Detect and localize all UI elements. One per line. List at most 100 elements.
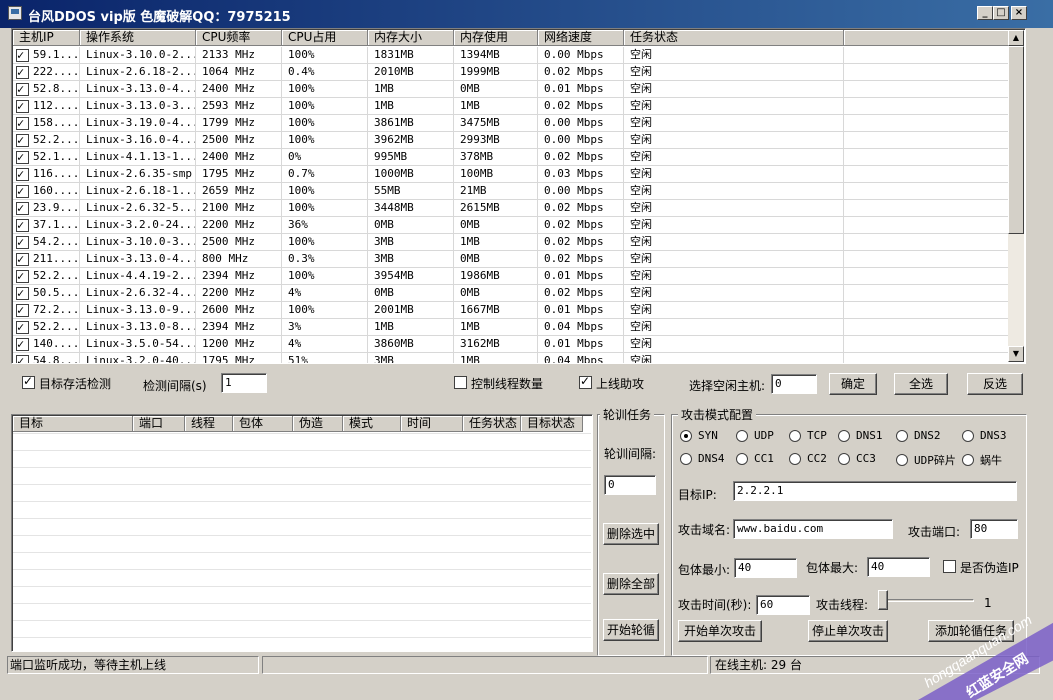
max-packet-input[interactable]: 40 [867, 557, 930, 577]
task-column-header[interactable]: 任务状态 [463, 416, 521, 432]
invert-selection-button[interactable]: 反选 [967, 373, 1023, 395]
task-column-header[interactable]: 目标状态 [521, 416, 583, 432]
host-select-checkbox[interactable] [16, 47, 29, 63]
host-row[interactable]: 52.2...Linux-3.16.0-4...2500 MHz100%3962… [13, 132, 1010, 149]
attack-mode-radio[interactable]: DNS2 [896, 429, 941, 442]
host-row[interactable]: 140....Linux-3.5.0-54...1200 MHz4%3860MB… [13, 336, 1010, 353]
host-row[interactable]: 54.2...Linux-3.10.0-3...2500 MHz100%3MB1… [13, 234, 1010, 251]
host-select-checkbox[interactable] [16, 302, 29, 318]
column-header[interactable]: CPU频率 [196, 30, 282, 46]
maximize-button[interactable]: □ [993, 6, 1009, 20]
select-idle-input[interactable]: 0 [771, 374, 817, 394]
delete-all-button[interactable]: 删除全部 [603, 573, 659, 595]
column-header[interactable]: 内存大小 [368, 30, 454, 46]
select-all-button[interactable]: 全选 [894, 373, 948, 395]
radio-dot-icon[interactable] [838, 429, 850, 442]
host-select-checkbox[interactable] [16, 132, 29, 148]
scroll-thumb[interactable] [1008, 46, 1024, 234]
radio-dot-icon[interactable] [896, 429, 908, 442]
rotation-interval-input[interactable]: 0 [604, 475, 656, 495]
host-row[interactable]: 160....Linux-2.6.18-1...2659 MHz100%55MB… [13, 183, 1010, 200]
host-row[interactable]: 72.2...Linux-3.13.0-9...2600 MHz100%2001… [13, 302, 1010, 319]
host-row[interactable]: 112....Linux-3.13.0-3...2593 MHz100%1MB1… [13, 98, 1010, 115]
attack-mode-radio[interactable]: UDP [736, 429, 774, 442]
attack-port-input[interactable]: 80 [970, 519, 1018, 539]
task-column-header[interactable]: 目标 [13, 416, 133, 432]
host-row[interactable]: 37.1...Linux-3.2.0-24...2200 MHz36%0MB0M… [13, 217, 1010, 234]
min-packet-input[interactable]: 40 [734, 558, 797, 578]
column-header[interactable]: 任务状态 [624, 30, 844, 46]
host-row[interactable]: 50.5...Linux-2.6.32-4...2200 MHz4%0MB0MB… [13, 285, 1010, 302]
host-select-checkbox[interactable] [16, 98, 29, 114]
scroll-up-icon[interactable]: ▲ [1008, 30, 1024, 46]
column-header[interactable]: 主机IP [13, 30, 80, 46]
add-rotation-task-button[interactable]: 添加轮循任务 [928, 620, 1014, 642]
host-row[interactable]: 158....Linux-3.19.0-4...1799 MHz100%3861… [13, 115, 1010, 132]
attack-mode-radio[interactable]: UDP碎片 [896, 452, 956, 468]
radio-dot-icon[interactable] [962, 429, 974, 442]
task-column-header[interactable]: 模式 [343, 416, 401, 432]
column-header[interactable]: 操作系统 [80, 30, 196, 46]
attack-mode-radio[interactable]: TCP [789, 429, 827, 442]
attack-domain-input[interactable]: www.baidu.com [733, 519, 893, 539]
attack-mode-radio[interactable]: DNS1 [838, 429, 883, 442]
host-row[interactable]: 222....Linux-2.6.18-2...1064 MHz0.4%2010… [13, 64, 1010, 81]
attack-mode-radio[interactable]: 蜗牛 [962, 452, 1002, 468]
host-select-checkbox[interactable] [16, 81, 29, 97]
spoof-ip-checkbox[interactable] [943, 560, 956, 573]
radio-dot-icon[interactable] [680, 452, 692, 465]
online-assist-checkbox[interactable] [579, 374, 592, 389]
host-select-checkbox[interactable] [16, 268, 29, 284]
host-select-checkbox[interactable] [16, 166, 29, 182]
host-row[interactable]: 52.2...Linux-3.13.0-8...2394 MHz3%1MB1MB… [13, 319, 1010, 336]
host-list-scrollbar[interactable]: ▲ ▼ [1008, 30, 1024, 362]
host-row[interactable]: 23.9...Linux-2.6.32-5...2100 MHz100%3448… [13, 200, 1010, 217]
start-single-attack-button[interactable]: 开始单次攻击 [678, 620, 762, 642]
attack-mode-radio[interactable]: DNS4 [680, 452, 725, 465]
threads-slider-handle[interactable] [878, 590, 888, 610]
attack-time-input[interactable]: 60 [756, 595, 810, 615]
host-row[interactable]: 52.1...Linux-4.1.13-1...2400 MHz0%995MB3… [13, 149, 1010, 166]
confirm-button[interactable]: 确定 [829, 373, 877, 395]
attack-mode-radio[interactable]: DNS3 [962, 429, 1007, 442]
target-ip-input[interactable]: 2.2.2.1 [733, 481, 1017, 501]
host-row[interactable]: 116....Linux-2.6.35-smp1795 MHz0.7%1000M… [13, 166, 1010, 183]
task-column-header[interactable]: 伪造 [293, 416, 343, 432]
attack-mode-radio[interactable]: CC2 [789, 452, 827, 465]
host-row[interactable]: 52.2...Linux-4.4.19-2...2394 MHz100%3954… [13, 268, 1010, 285]
column-header[interactable]: CPU占用 [282, 30, 368, 46]
radio-dot-icon[interactable] [736, 452, 748, 465]
radio-dot-icon[interactable] [896, 454, 908, 466]
attack-mode-radio[interactable]: CC3 [838, 452, 876, 465]
column-header[interactable]: 内存使用 [454, 30, 538, 46]
close-button[interactable]: × [1011, 6, 1027, 20]
host-select-checkbox[interactable] [16, 251, 29, 267]
host-select-checkbox[interactable] [16, 183, 29, 199]
attack-mode-radio[interactable]: CC1 [736, 452, 774, 465]
host-row[interactable]: 52.8...Linux-3.13.0-4...2400 MHz100%1MB0… [13, 81, 1010, 98]
scroll-down-icon[interactable]: ▼ [1008, 346, 1024, 362]
host-select-checkbox[interactable] [16, 353, 29, 363]
task-column-header[interactable]: 线程 [185, 416, 233, 432]
radio-dot-icon[interactable] [736, 429, 748, 442]
host-select-checkbox[interactable] [16, 217, 29, 233]
radio-dot-icon[interactable] [838, 452, 850, 465]
attack-mode-radio[interactable]: SYN [680, 429, 718, 442]
host-select-checkbox[interactable] [16, 319, 29, 335]
task-column-header[interactable]: 包体 [233, 416, 293, 432]
host-select-checkbox[interactable] [16, 336, 29, 352]
stop-single-attack-button[interactable]: 停止单次攻击 [808, 620, 888, 642]
radio-dot-icon[interactable] [789, 429, 801, 442]
task-column-header[interactable]: 端口 [133, 416, 185, 432]
control-threads-checkbox[interactable] [454, 376, 467, 389]
minimize-button[interactable]: _ [977, 6, 993, 20]
task-list[interactable]: 目标 端口 线程 包体 伪造 模式 时间 任务状态 目标状态 [11, 414, 593, 652]
host-select-checkbox[interactable] [16, 64, 29, 80]
host-row[interactable]: 211....Linux-3.13.0-4...800 MHz0.3%3MB0M… [13, 251, 1010, 268]
radio-dot-icon[interactable] [680, 429, 692, 442]
task-column-header[interactable]: 时间 [401, 416, 463, 432]
threads-slider-track[interactable] [878, 599, 974, 602]
host-row[interactable]: 59.1...Linux-3.10.0-2...2133 MHz100%1831… [13, 47, 1010, 64]
radio-dot-icon[interactable] [789, 452, 801, 465]
host-select-checkbox[interactable] [16, 285, 29, 301]
